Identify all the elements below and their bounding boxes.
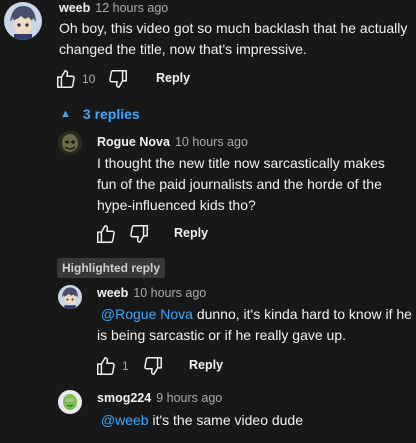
- thumb-up-icon: [97, 357, 115, 375]
- reply-actions: Reply: [95, 223, 255, 245]
- avatar[interactable]: [58, 390, 82, 414]
- author-name[interactable]: smog224: [97, 391, 151, 405]
- thumb-down-icon: [109, 70, 127, 88]
- replies-toggle[interactable]: ▲ 3 replies: [60, 104, 140, 124]
- timestamp[interactable]: 10 hours ago: [175, 135, 248, 149]
- timestamp[interactable]: 12 hours ago: [95, 1, 168, 15]
- dislike-button[interactable]: [107, 68, 129, 90]
- timestamp[interactable]: 10 hours ago: [133, 286, 206, 300]
- avatar[interactable]: [4, 2, 42, 40]
- like-button[interactable]: [55, 68, 77, 90]
- avatar[interactable]: [58, 131, 82, 155]
- highlighted-reply-badge: Highlighted reply: [57, 258, 166, 278]
- reply-text: @weeb it's the same video dude: [97, 410, 413, 431]
- author-name[interactable]: weeb: [59, 1, 90, 15]
- caret-up-icon: ▲: [60, 108, 71, 120]
- dark-mask-avatar-icon: [58, 131, 82, 155]
- thumb-up-icon: [57, 70, 75, 88]
- thumb-up-icon: [97, 225, 115, 243]
- thumb-down-icon: [144, 357, 162, 375]
- comment-actions: 10 Reply: [55, 68, 255, 90]
- dislike-button[interactable]: [128, 223, 150, 245]
- reply-button[interactable]: Reply: [174, 226, 208, 240]
- author-name[interactable]: weeb: [97, 286, 128, 300]
- replies-toggle-label: 3 replies: [82, 106, 140, 122]
- reply-header: Rogue Nova 10 hours ago: [97, 135, 248, 149]
- comment-text: Oh boy, this video got so much backlash …: [59, 20, 408, 57]
- mention-link[interactable]: @Rogue Nova: [101, 306, 193, 322]
- author-name[interactable]: Rogue Nova: [97, 135, 170, 149]
- anime-avatar-icon: [58, 285, 82, 309]
- reply-text-body: it's the same video dude: [148, 412, 304, 428]
- reply-text: I thought the new title now sarcasticall…: [97, 155, 385, 213]
- mention-link[interactable]: @weeb: [101, 412, 149, 428]
- thumb-down-icon: [130, 225, 148, 243]
- reply-header: smog224 9 hours ago: [97, 391, 222, 405]
- reply-actions: 1 Reply: [95, 355, 255, 377]
- reply-text: @Rogue Nova dunno, it's kinda hard to kn…: [97, 304, 413, 346]
- like-button[interactable]: [95, 223, 117, 245]
- green-character-avatar-icon: [58, 390, 82, 414]
- reply-button[interactable]: Reply: [189, 358, 223, 372]
- like-button[interactable]: [95, 355, 117, 377]
- comment-header: weeb 12 hours ago: [59, 1, 168, 15]
- like-count: 1: [122, 359, 129, 373]
- like-count: 10: [82, 72, 96, 86]
- reply-button[interactable]: Reply: [156, 71, 190, 85]
- avatar[interactable]: [58, 285, 82, 309]
- reply-header: weeb 10 hours ago: [97, 286, 206, 300]
- timestamp[interactable]: 9 hours ago: [156, 391, 222, 405]
- anime-avatar-icon: [4, 2, 42, 40]
- dislike-button[interactable]: [142, 355, 164, 377]
